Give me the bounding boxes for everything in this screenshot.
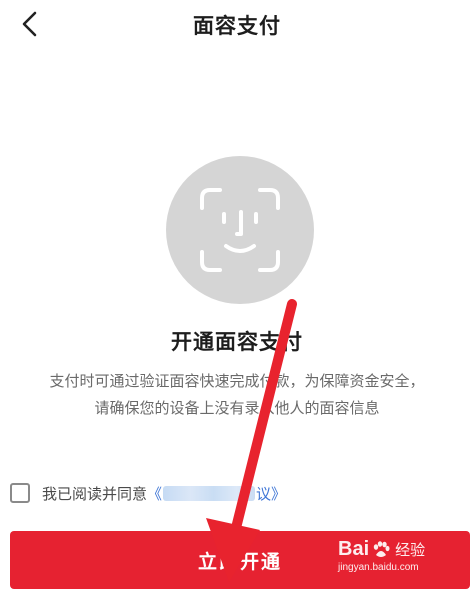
description-line-1: 支付时可通过验证面容快速完成付款，为保障资金安全， bbox=[49, 372, 425, 390]
headline: 开通面容支付 bbox=[171, 330, 303, 354]
description: 支付时可通过验证面容快速完成付款，为保障资金安全， 请确保您的设备上没有录入他人… bbox=[12, 368, 462, 422]
agreement-link-close: 议》 bbox=[256, 484, 287, 503]
watermark-url: jingyan.baidu.com bbox=[338, 562, 419, 573]
agreement-link[interactable]: 《 议》 bbox=[147, 483, 286, 504]
agreement-link-open: 《 bbox=[147, 484, 163, 503]
watermark-brand-left: Bai bbox=[338, 538, 370, 560]
face-id-icon bbox=[200, 188, 280, 272]
paw-icon bbox=[373, 540, 390, 557]
blurred-agreement-name bbox=[163, 485, 256, 501]
agreement-text: 我已阅读并同意 bbox=[42, 484, 148, 503]
baidu-jingyan-watermark: Bai 经验 jingyan.baidu.com bbox=[338, 538, 458, 586]
watermark-brand-right: 经验 bbox=[395, 542, 426, 559]
face-illustration bbox=[166, 156, 314, 304]
agreement-checkbox[interactable] bbox=[10, 483, 30, 503]
agreement-row: 我已阅读并同意 《 议》 bbox=[10, 480, 286, 506]
description-line-2: 请确保您的设备上没有录入他人的面容信息 bbox=[94, 399, 380, 417]
page-title: 面容支付 bbox=[193, 14, 281, 38]
